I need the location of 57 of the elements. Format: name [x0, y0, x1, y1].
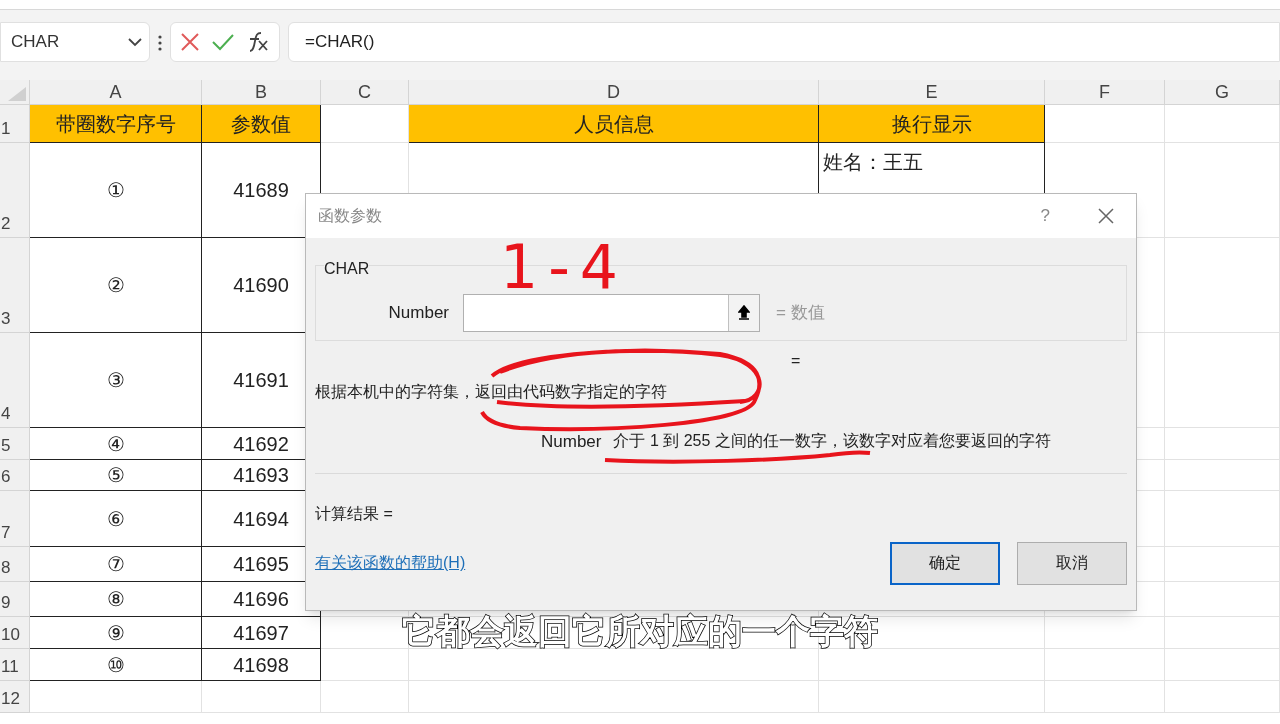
argument-name: Number: [541, 431, 602, 453]
handwritten-note: 1-4: [500, 232, 628, 302]
result-equals: =: [791, 351, 802, 371]
help-button[interactable]: ?: [1040, 203, 1050, 229]
column-header[interactable]: G: [1165, 80, 1280, 105]
table-cell: ⑦: [30, 547, 202, 582]
cell-text-line: 姓名：王五: [823, 150, 923, 175]
header-cell: 人员信息: [409, 105, 819, 143]
dropdown-icon: [127, 37, 143, 47]
argument-description: 介于 1 到 255 之间的任一数字，该数字对应着您要返回的字符: [613, 431, 1051, 451]
subtitle: 它都会返回它所对应的一个字符: [402, 611, 878, 652]
collapse-dialog-button[interactable]: [728, 295, 759, 331]
dialog-button[interactable]: 取消: [1017, 541, 1127, 585]
table-cell: ⑥: [30, 491, 202, 547]
table-cell: ⑩: [30, 649, 202, 681]
close-icon[interactable]: [1098, 208, 1114, 224]
row-header[interactable]: 11: [0, 649, 30, 681]
argument-value: = 数值: [776, 302, 825, 325]
row-header[interactable]: 1: [0, 105, 30, 143]
row-header[interactable]: 5: [0, 428, 30, 460]
row-header[interactable]: 2: [0, 143, 30, 238]
row-header[interactable]: 8: [0, 547, 30, 582]
row-header[interactable]: 3: [0, 238, 30, 333]
table-cell: ④: [30, 428, 202, 460]
column-header[interactable]: E: [819, 80, 1045, 105]
row-header[interactable]: 9: [0, 582, 30, 617]
table-cell: 41697: [202, 617, 321, 649]
table-cell: ⑨: [30, 617, 202, 649]
table-cell: 41698: [202, 649, 321, 681]
more-options-icon[interactable]: [158, 35, 162, 51]
name-box[interactable]: CHAR: [0, 22, 150, 62]
row-header[interactable]: 4: [0, 333, 30, 428]
header-cell: 带圈数字序号: [30, 105, 202, 143]
cancel-icon[interactable]: [180, 32, 201, 52]
table-cell: ②: [30, 238, 202, 333]
dialog-button[interactable]: 确定: [890, 541, 1000, 585]
header-cell-text: 换行显示: [891, 111, 972, 137]
table-cell: ⑤: [30, 460, 202, 491]
row-header[interactable]: 7: [0, 491, 30, 547]
table-cell: ①: [30, 143, 202, 238]
column-header[interactable]: D: [409, 80, 819, 105]
column-header[interactable]: B: [202, 80, 321, 105]
confirm-icon[interactable]: [211, 32, 235, 52]
header-cell: 参数值: [202, 105, 321, 143]
row-header[interactable]: 6: [0, 460, 30, 491]
upload-arrow-icon: [738, 305, 750, 321]
dialog-title: 函数参数: [318, 206, 383, 226]
argument-label: Number: [387, 302, 450, 325]
column-header[interactable]: A: [30, 80, 202, 105]
row-header[interactable]: 12: [0, 681, 30, 713]
formula-field[interactable]: =CHAR(): [288, 22, 1280, 62]
column-header[interactable]: C: [321, 80, 409, 105]
number-field[interactable]: [463, 294, 760, 332]
row-header[interactable]: 10: [0, 617, 30, 649]
column-header[interactable]: F: [1045, 80, 1165, 105]
table-cell: ⑧: [30, 582, 202, 617]
table-cell: ③: [30, 333, 202, 428]
